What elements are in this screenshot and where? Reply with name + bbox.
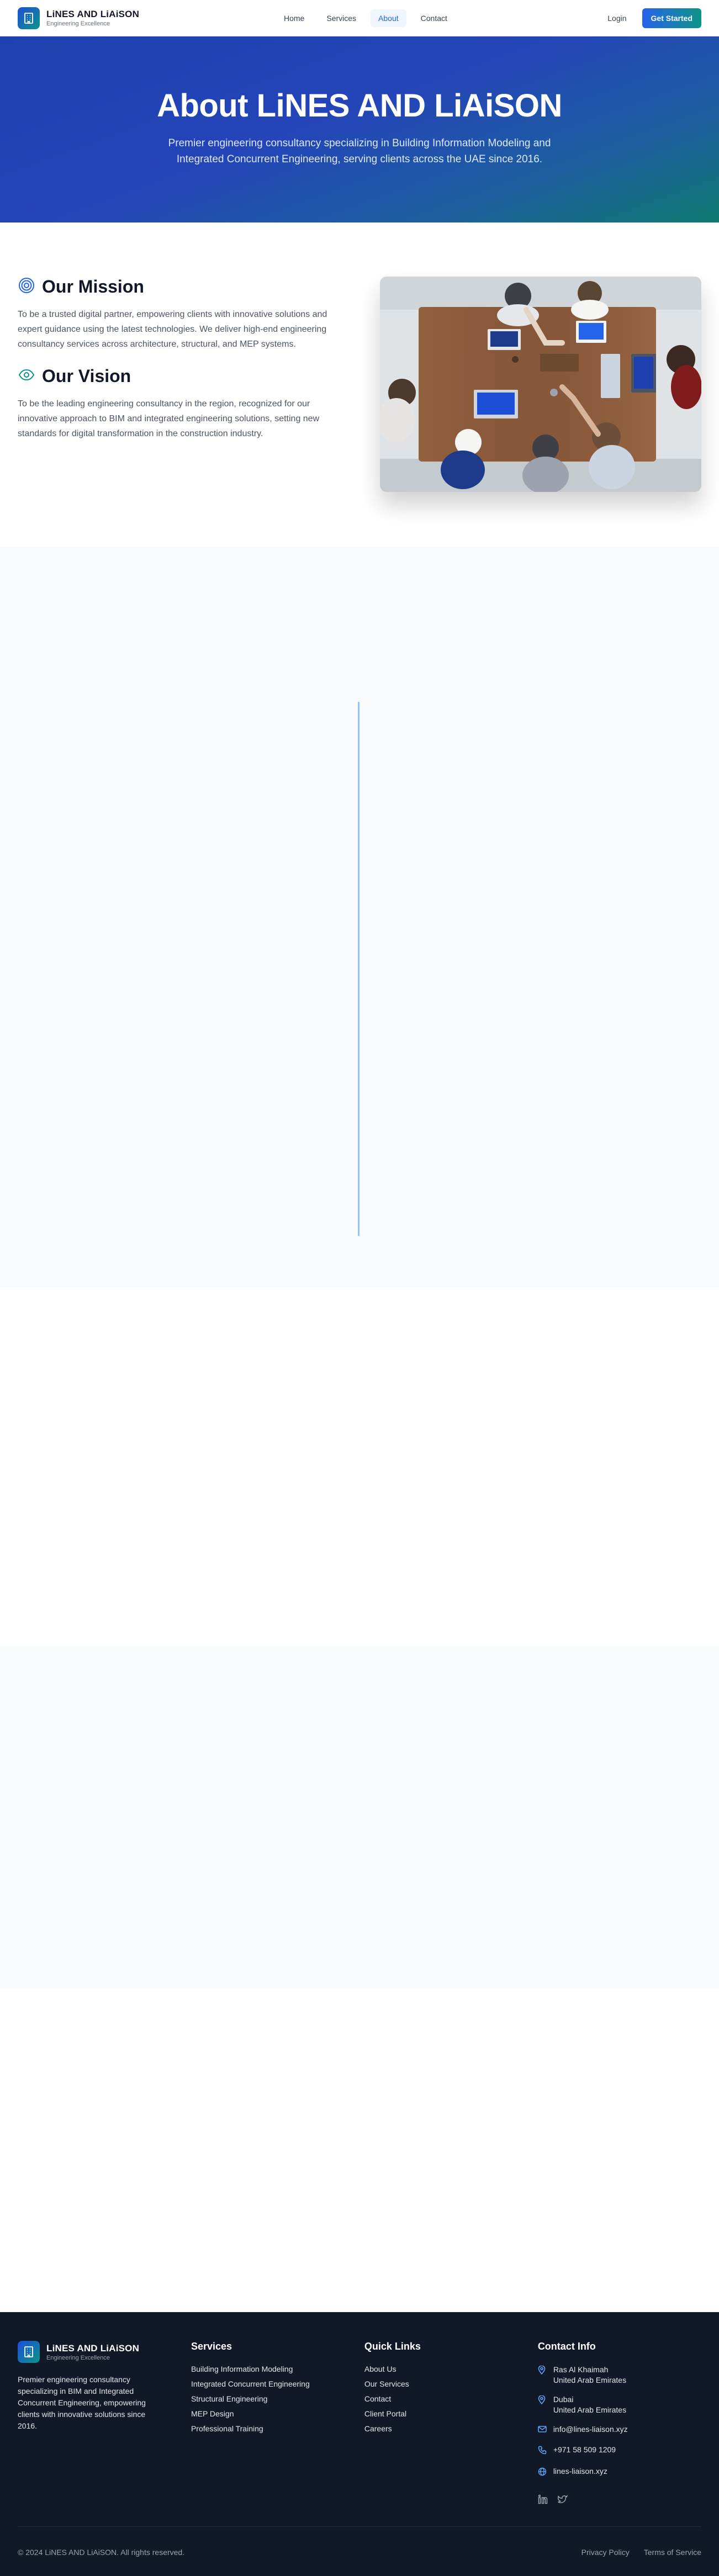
get-started-button[interactable]: Get Started: [642, 8, 701, 28]
footer-services-title: Services: [191, 2341, 232, 2352]
nav-about-link[interactable]: About: [371, 9, 406, 27]
terms-of-service-link[interactable]: Terms of Service: [644, 2548, 701, 2557]
brand-tagline: Engineering Excellence: [46, 20, 110, 27]
footer-brand-tagline: Engineering Excellence: [46, 2354, 110, 2361]
privacy-policy-link[interactable]: Privacy Policy: [581, 2548, 630, 2557]
target-icon: [18, 277, 35, 297]
login-link[interactable]: Login: [602, 9, 632, 27]
footer-quick-link[interactable]: Client Portal: [364, 2409, 538, 2418]
office-country: United Arab Emirates: [553, 2405, 627, 2414]
footer-service-link[interactable]: Integrated Concurrent Engineering: [191, 2379, 364, 2388]
mission-text: To be a trusted digital partner, empower…: [18, 310, 327, 349]
main-nav: Home Services About Contact: [276, 0, 455, 36]
phone-icon: [538, 2445, 547, 2457]
footer-service-link[interactable]: Structural Engineering: [191, 2394, 364, 2403]
footer-quick-link[interactable]: Contact: [364, 2394, 538, 2403]
mission-vision-section: Our Mission To be a trusted digital part…: [0, 222, 719, 547]
contact-office-dubai: Dubai United Arab Emirates: [538, 2394, 701, 2415]
footer-service-link[interactable]: Professional Training: [191, 2424, 364, 2433]
website-url: lines-liaison.xyz: [553, 2467, 607, 2476]
email-address: info@lines-liaison.xyz: [553, 2425, 628, 2434]
timeline-line: [358, 702, 360, 1236]
map-pin-icon: [538, 2365, 547, 2386]
building-icon: [18, 7, 40, 29]
building-icon: [18, 2341, 40, 2363]
vision-text: To be the leading engineering consultanc…: [18, 399, 320, 438]
footer-contact-column: Contact Info Ras Al Khaimah United Arab …: [538, 2341, 701, 2507]
social-links: [538, 2494, 701, 2507]
footer-brand-column: LiNES AND LiAiSON Engineering Excellence…: [18, 2341, 191, 2507]
nav-contact-link[interactable]: Contact: [413, 9, 455, 27]
footer-service-link[interactable]: Building Information Modeling: [191, 2365, 364, 2373]
hero-subtitle: Premier engineering consultancy speciali…: [168, 137, 551, 165]
cta-section: [0, 1989, 719, 2312]
twitter-icon[interactable]: [557, 2494, 568, 2507]
contact-office-rak: Ras Al Khaimah United Arab Emirates: [538, 2365, 701, 2386]
team-meeting-image: [380, 277, 701, 492]
footer-contact-title: Contact Info: [537, 2341, 596, 2352]
contact-email[interactable]: info@lines-liaison.xyz: [538, 2424, 701, 2436]
contact-website[interactable]: lines-liaison.xyz: [538, 2466, 701, 2479]
nav-home-link[interactable]: Home: [276, 9, 312, 27]
office-city: Dubai: [553, 2395, 574, 2404]
linkedin-icon[interactable]: [538, 2494, 548, 2507]
brand-logo-link[interactable]: LiNES AND LiAiSON Engineering Excellence: [18, 7, 139, 29]
footer-quick-link[interactable]: Careers: [364, 2424, 538, 2433]
vision-title: Our Vision: [42, 366, 131, 386]
nav-services-link[interactable]: Services: [319, 9, 364, 27]
footer-bottom-bar: © 2024 LiNES AND LiAiSON. All rights res…: [18, 2526, 701, 2557]
eye-icon: [18, 366, 35, 386]
office-city: Ras Al Khaimah: [553, 2365, 609, 2374]
footer-description: Premier engineering consultancy speciali…: [18, 2375, 146, 2430]
office-country: United Arab Emirates: [553, 2376, 627, 2384]
globe-icon: [538, 2466, 547, 2479]
footer-quick-link[interactable]: Our Services: [364, 2379, 538, 2388]
footer-quick-links-title: Quick Links: [364, 2341, 421, 2352]
footer-brand-link[interactable]: LiNES AND LiAiSON Engineering Excellence: [18, 2341, 191, 2363]
hero-title: About LiNES AND LiAiSON: [157, 88, 562, 124]
contact-phone[interactable]: +971 58 509 1209: [538, 2445, 701, 2457]
footer-service-link[interactable]: MEP Design: [191, 2409, 364, 2418]
timeline-section: [0, 547, 719, 1287]
site-footer: LiNES AND LiAiSON Engineering Excellence…: [0, 2312, 719, 2576]
map-pin-icon: [538, 2394, 547, 2415]
values-section: [0, 1287, 719, 1646]
brand-name: LiNES AND LiAiSON: [46, 9, 140, 19]
footer-brand-name: LiNES AND LiAiSON: [46, 2342, 140, 2354]
mail-icon: [538, 2424, 547, 2436]
footer-services-column: Services Building Information Modeling I…: [191, 2341, 364, 2507]
team-section: [0, 1646, 719, 1989]
footer-quick-links-column: Quick Links About Us Our Services Contac…: [364, 2341, 538, 2507]
hero-section: About LiNES AND LiAiSON Premier engineer…: [0, 36, 719, 222]
copyright-text: © 2024 LiNES AND LiAiSON. All rights res…: [18, 2548, 185, 2557]
phone-number: +971 58 509 1209: [553, 2445, 616, 2454]
mission-title: Our Mission: [42, 277, 144, 296]
footer-quick-link[interactable]: About Us: [364, 2365, 538, 2373]
top-navbar: LiNES AND LiAiSON Engineering Excellence…: [0, 0, 719, 36]
